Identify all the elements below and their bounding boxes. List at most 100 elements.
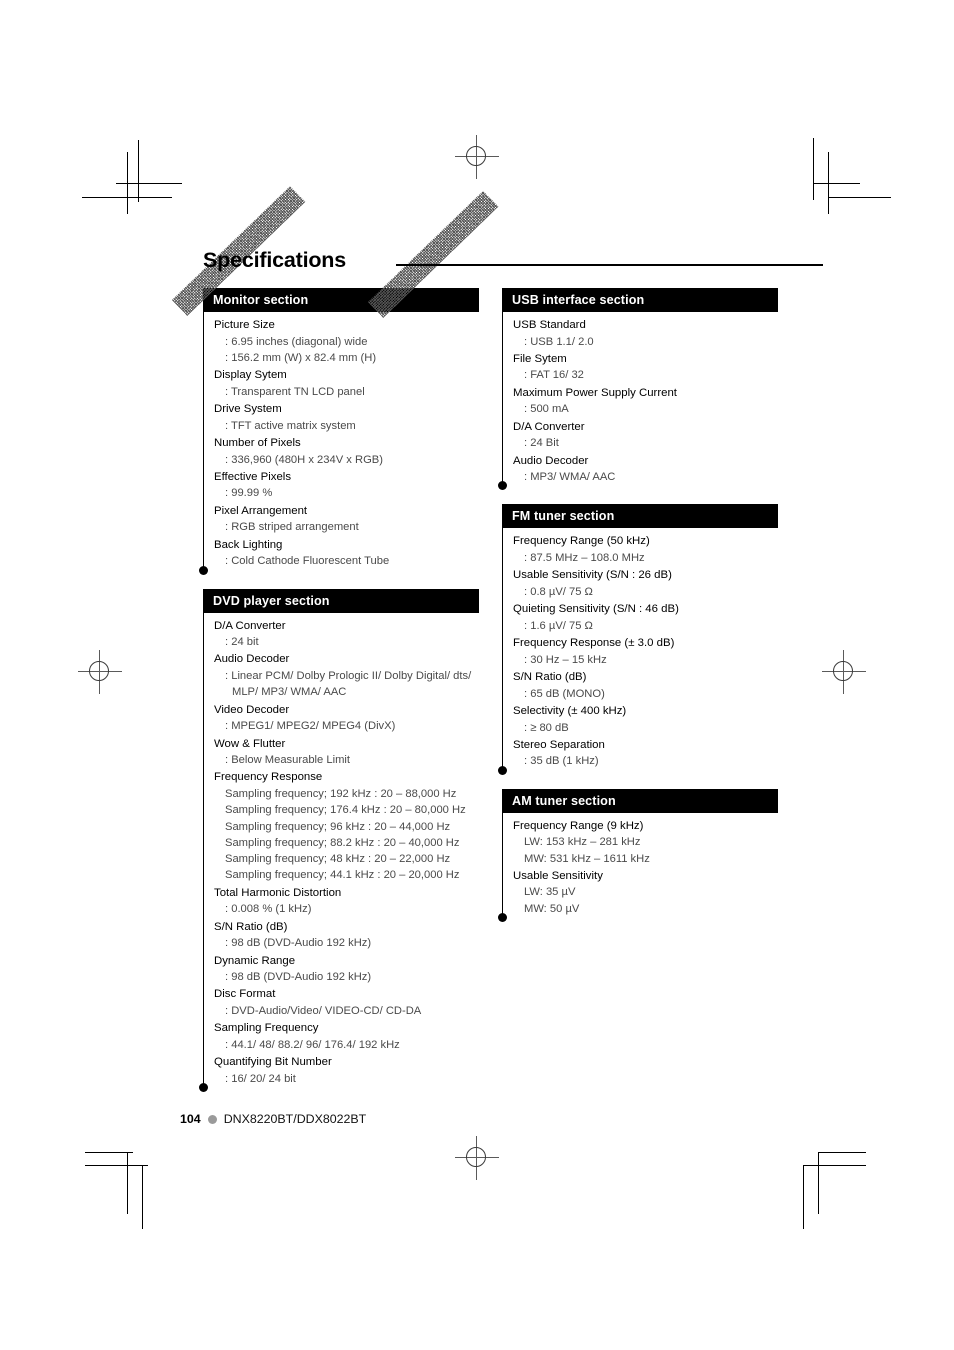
spec-label: Dynamic Range: [214, 954, 296, 967]
spec-value: MLP/ MP3/ WMA/ AAC: [232, 686, 347, 699]
spec-label: Usable Sensitivity: [513, 869, 603, 882]
spec-value: MW: 531 kHz – 1611 kHz: [524, 852, 650, 865]
registration-circle: [833, 661, 853, 681]
spec-label: Video Decoder: [214, 703, 290, 716]
spec-label: Disc Format: [214, 988, 276, 1001]
section-heading: AM tuner section: [502, 788, 778, 813]
crop-mark-top-right-inner-v: [828, 152, 829, 214]
crop-mark-bottom-right-outer-h: [818, 1152, 866, 1153]
crop-mark-top-right-inner-h: [828, 197, 891, 198]
spec-value: : TFT active matrix system: [225, 419, 356, 432]
spec-value: : 156.2 mm (W) x 82.4 mm (H): [225, 351, 377, 364]
spec-value: : FAT 16/ 32: [524, 369, 584, 382]
page-footer: 104 DNX8220BT/DDX8022BT: [180, 1112, 366, 1126]
spec-item: Frequency Response Sampling frequency; 19…: [214, 769, 479, 883]
spec-section: AM tuner section Frequency Range (9 kHz) L…: [498, 788, 778, 923]
section-heading: DVD player section: [203, 588, 479, 613]
registration-circle: [466, 1147, 486, 1167]
spec-label: Back Lighting: [214, 538, 283, 551]
spec-value: : 87.5 MHz – 108.0 MHz: [524, 552, 645, 565]
section-heading: Monitor section: [203, 288, 479, 312]
spec-value: Sampling frequency; 96 kHz : 20 – 44,000…: [225, 820, 451, 833]
registration-circle: [89, 661, 109, 681]
spec-item: USB Standard: USB 1.1/ 2.0: [513, 317, 778, 350]
spec-item: Picture Size: 6.95 inches (diagonal) wid…: [214, 317, 479, 366]
spec-value: Sampling frequency; 48 kHz : 20 – 22,000…: [225, 853, 451, 866]
spec-value: Sampling frequency; 176.4 kHz : 20 – 80,…: [225, 804, 466, 817]
footer-model-name: DNX8220BT/DDX8022BT: [223, 1112, 367, 1126]
spec-value: : 98 dB (DVD-Audio 192 kHz): [225, 971, 372, 984]
spec-label: Wow & Flutter: [214, 737, 286, 750]
crop-mark-bottom-right-outer-v: [818, 1152, 819, 1214]
registration-mark-right: [822, 650, 866, 694]
crop-mark-top-left-outer-h: [116, 183, 182, 184]
crop-mark-bottom-left-outer-h: [85, 1152, 133, 1153]
spec-value: : 44.1/ 48/ 88.2/ 96/ 176.4/ 192 kHz: [225, 1038, 400, 1051]
spec-item: Display Sytem: Transparent TN LCD panel: [214, 367, 479, 400]
spec-section: FM tuner section Frequency Range (50 kHz)…: [498, 504, 778, 775]
spec-value: : 0.8 µV/ 75 Ω: [524, 585, 593, 598]
spec-value: : 0.008 % (1 kHz): [225, 903, 312, 916]
spec-value: : ≥ 80 dB: [524, 721, 569, 734]
spec-item: Quantifying Bit Number: 16/ 20/ 24 bit: [214, 1054, 479, 1087]
spec-value: Sampling frequency; 88.2 kHz : 20 – 40,0…: [225, 836, 460, 849]
title-underline-rule: [396, 264, 823, 266]
spec-item: Dynamic Range : 98 dB (DVD-Audio 192 kHz): [214, 953, 479, 986]
spec-item: File Sytem : FAT 16/ 32: [513, 351, 778, 384]
spec-item: Frequency Range (50 kHz) : 87.5 MHz – 108…: [513, 533, 778, 566]
spec-item: Back Lighting: Cold Cathode Fluorescent …: [214, 537, 479, 570]
footer-page-number: 104: [180, 1112, 201, 1126]
crop-mark-bottom-right-inner-h: [803, 1165, 866, 1166]
spec-item: Number of Pixels: 336,960 (480H x 234V x…: [214, 435, 479, 468]
registration-circle: [466, 146, 486, 166]
crop-mark-bottom-left-inner-h: [85, 1165, 148, 1166]
crop-mark-top-left-inner-h: [82, 197, 172, 198]
section-body: D/A Converter: 24 bit Audio Decoder: Line…: [199, 612, 479, 1092]
spec-item: Video Decoder: MPEG1/ MPEG2/ MPEG4 (DivX…: [214, 702, 479, 735]
spec-label: Quieting Sensitivity (S/N : 46 dB): [513, 603, 679, 616]
spec-value: Sampling frequency; 44.1 kHz : 20 – 20,0…: [225, 869, 460, 882]
spec-label: D/A Converter: [513, 420, 585, 433]
crop-mark-top-right-outer-v: [813, 138, 814, 200]
spec-section: Monitor section Picture Size: 6.95 inches…: [199, 288, 479, 575]
section-body: USB Standard: USB 1.1/ 2.0 File Sytem : FA…: [498, 312, 778, 491]
spec-label: Selectivity (± 400 kHz): [513, 704, 627, 717]
spec-label: Picture Size: [214, 319, 275, 331]
spec-label: Frequency Response: [214, 771, 323, 784]
spec-value: LW: 153 kHz – 281 kHz: [524, 836, 641, 849]
spec-label: Frequency Range (50 kHz): [513, 535, 650, 548]
spec-label: Display Sytem: [214, 369, 287, 382]
crop-mark-bottom-left-inner-v: [142, 1165, 143, 1229]
spec-item: Pixel Arrangement: RGB striped arrangeme…: [214, 503, 479, 536]
spec-item: Frequency Range (9 kHz) LW: 153 kHz – 281…: [513, 818, 778, 867]
registration-mark-bottom: [455, 1136, 499, 1180]
spec-item: S/N Ratio (dB): 65 dB (MONO): [513, 669, 778, 702]
crop-mark-top-left-outer-v: [138, 140, 139, 202]
spec-value: : 24 Bit: [524, 437, 559, 450]
spec-value: : 1.6 µV/ 75 Ω: [524, 619, 593, 632]
spec-label: Maximum Power Supply Current: [513, 386, 677, 399]
page-title: Specifications: [203, 248, 346, 273]
spec-item: Wow & Flutter: Below Measurable Limit: [214, 736, 479, 769]
crop-mark-bottom-left-outer-v: [127, 1152, 128, 1214]
spec-label: Pixel Arrangement: [214, 504, 308, 517]
spec-value: : 24 bit: [225, 636, 259, 649]
registration-mark-top: [455, 135, 499, 179]
spec-item: Sampling Frequency: 44.1/ 48/ 88.2/ 96/ …: [214, 1020, 479, 1053]
section-heading: USB interface section: [502, 288, 778, 312]
spec-item: Stereo Separation: 35 dB (1 kHz): [513, 737, 778, 770]
spec-value: : 16/ 20/ 24 bit: [225, 1072, 296, 1085]
spec-label: S/N Ratio (dB): [513, 671, 587, 684]
spec-label: File Sytem: [513, 352, 567, 365]
spec-label: USB Standard: [513, 319, 586, 331]
spec-label: Stereo Separation: [513, 738, 605, 751]
spec-section: USB interface section USB Standard: USB 1…: [498, 288, 778, 491]
spec-item: D/A Converter : 24 Bit: [513, 419, 778, 452]
spec-item: Disc Format: DVD-Audio/Video/ VIDEO-CD/ …: [214, 986, 479, 1019]
spec-value: : Linear PCM/ Dolby Prologic II/ Dolby D…: [225, 670, 472, 683]
spec-item: Effective Pixels: 99.99 %: [214, 469, 479, 502]
spec-section: DVD player section D/A Converter: 24 bit A…: [199, 588, 479, 1092]
